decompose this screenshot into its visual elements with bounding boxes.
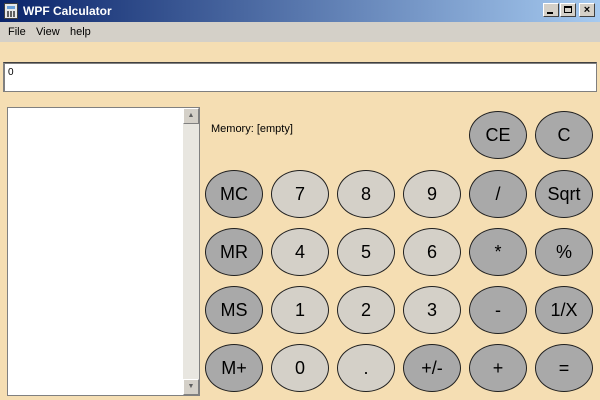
sqrt-button[interactable]: Sqrt bbox=[535, 170, 593, 218]
digit-4-button[interactable]: 4 bbox=[271, 228, 329, 276]
digit-6-button[interactable]: 6 bbox=[403, 228, 461, 276]
menu-view[interactable]: View bbox=[36, 26, 60, 38]
digit-2-button[interactable]: 2 bbox=[337, 286, 395, 334]
digit-0-button[interactable]: 0 bbox=[271, 344, 329, 392]
title-bar[interactable]: WPF Calculator × bbox=[0, 0, 600, 22]
percent-button[interactable]: % bbox=[535, 228, 593, 276]
history-scrollbar[interactable]: ▲ ▼ bbox=[183, 108, 199, 395]
scroll-down-button[interactable]: ▼ bbox=[183, 379, 199, 395]
calculator-icon bbox=[4, 3, 18, 19]
multiply-button[interactable]: * bbox=[469, 228, 527, 276]
calculator-body: 0 ▲ ▼ Memory: [empty] CE C MC 7 8 9 / Sq… bbox=[0, 42, 600, 400]
memory-clear-button[interactable]: MC bbox=[205, 170, 263, 218]
calculator-window: WPF Calculator × File View help 0 ▲ ▼ Me… bbox=[0, 0, 600, 400]
scroll-up-button[interactable]: ▲ bbox=[183, 108, 199, 124]
reciprocal-button[interactable]: 1/X bbox=[535, 286, 593, 334]
window-title: WPF Calculator bbox=[23, 4, 112, 18]
minus-button[interactable]: - bbox=[469, 286, 527, 334]
decimal-point-button[interactable]: . bbox=[337, 344, 395, 392]
plus-button[interactable]: + bbox=[469, 344, 527, 392]
digit-3-button[interactable]: 3 bbox=[403, 286, 461, 334]
divide-button[interactable]: / bbox=[469, 170, 527, 218]
maximize-icon bbox=[564, 6, 572, 13]
memory-recall-button[interactable]: MR bbox=[205, 228, 263, 276]
equals-button[interactable]: = bbox=[535, 344, 593, 392]
digit-7-button[interactable]: 7 bbox=[271, 170, 329, 218]
display-field[interactable]: 0 bbox=[3, 62, 597, 92]
memory-store-button[interactable]: MS bbox=[205, 286, 263, 334]
display-value: 0 bbox=[8, 67, 14, 78]
digit-5-button[interactable]: 5 bbox=[337, 228, 395, 276]
close-icon: × bbox=[583, 4, 591, 16]
digit-8-button[interactable]: 8 bbox=[337, 170, 395, 218]
clear-entry-button[interactable]: CE bbox=[469, 111, 527, 159]
close-button[interactable]: × bbox=[579, 3, 595, 17]
minimize-icon bbox=[547, 12, 553, 14]
digit-1-button[interactable]: 1 bbox=[271, 286, 329, 334]
minimize-button[interactable] bbox=[543, 3, 559, 17]
memory-status: Memory: [empty] bbox=[211, 123, 293, 135]
menu-file[interactable]: File bbox=[8, 26, 26, 38]
maximize-button[interactable] bbox=[560, 3, 576, 17]
memory-add-button[interactable]: M+ bbox=[205, 344, 263, 392]
digit-9-button[interactable]: 9 bbox=[403, 170, 461, 218]
menu-bar: File View help bbox=[0, 22, 600, 42]
menu-help[interactable]: help bbox=[70, 26, 91, 38]
history-list[interactable]: ▲ ▼ bbox=[7, 107, 200, 396]
negate-button[interactable]: +/- bbox=[403, 344, 461, 392]
clear-button[interactable]: C bbox=[535, 111, 593, 159]
